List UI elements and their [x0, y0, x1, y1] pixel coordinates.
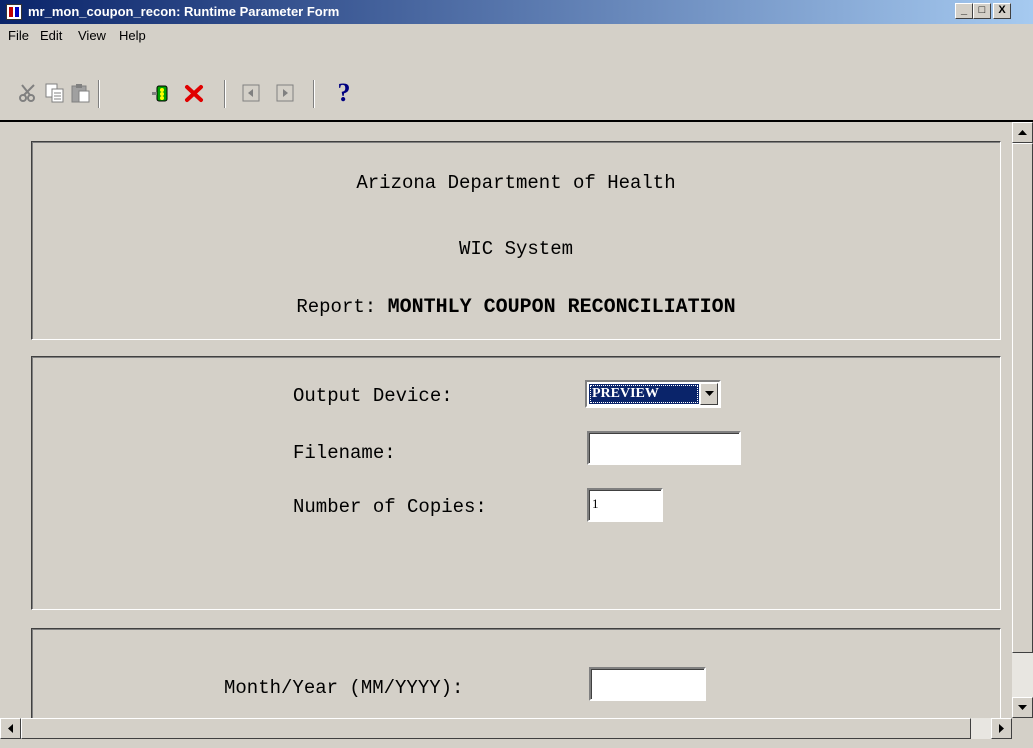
copies-label: Number of Copies:	[293, 496, 487, 518]
horizontal-scrollbar[interactable]	[0, 718, 1012, 739]
chevron-down-icon[interactable]	[700, 383, 718, 405]
window-title: mr_mon_coupon_recon: Runtime Parameter F…	[28, 4, 340, 19]
close-button[interactable]: X	[993, 3, 1011, 19]
month-year-label: Month/Year (MM/YYYY):	[224, 677, 464, 699]
menu-bar: File Edit View Help	[0, 24, 1033, 46]
menu-file[interactable]: File	[8, 28, 29, 43]
toolbar-separator	[224, 80, 226, 108]
next-page-icon[interactable]	[272, 80, 298, 106]
maximize-button[interactable]: □	[973, 3, 991, 19]
vertical-scroll-thumb[interactable]	[1012, 143, 1033, 653]
output-device-label: Output Device:	[293, 385, 453, 407]
menu-help[interactable]: Help	[119, 28, 146, 43]
toolbar-separator	[98, 80, 100, 108]
filename-field[interactable]	[587, 431, 741, 465]
app-icon[interactable]	[6, 4, 22, 20]
report-prefix: Report:	[296, 296, 377, 318]
toolbar-separator	[313, 80, 315, 108]
run-report-icon[interactable]	[148, 80, 174, 106]
title-bar[interactable]: mr_mon_coupon_recon: Runtime Parameter F…	[0, 0, 1033, 24]
copy-icon[interactable]	[42, 80, 68, 106]
report-title: Report: MONTHLY COUPON RECONCILIATION	[0, 296, 1012, 319]
previous-page-icon[interactable]	[238, 80, 264, 106]
copies-field[interactable]: 1	[587, 488, 663, 522]
minimize-button[interactable]: _	[955, 3, 973, 19]
criteria-panel	[31, 628, 1001, 718]
cancel-icon[interactable]	[181, 80, 207, 106]
menu-edit[interactable]: Edit	[40, 28, 62, 43]
org-name: Arizona Department of Health	[356, 172, 676, 194]
cut-icon[interactable]	[16, 80, 42, 106]
parameters-panel	[31, 356, 1001, 610]
scroll-right-button[interactable]	[991, 718, 1012, 739]
menu-view[interactable]: View	[78, 28, 106, 43]
scroll-up-button[interactable]	[1012, 122, 1033, 143]
toolbar: ?	[0, 46, 1033, 122]
output-device-value: PREVIEW	[589, 384, 699, 404]
paste-icon[interactable]	[68, 80, 94, 106]
window-bottom-border	[0, 739, 1033, 748]
system-name: WIC System	[458, 238, 574, 260]
vertical-scrollbar[interactable]	[1012, 122, 1033, 718]
scrollbar-corner	[1012, 718, 1033, 739]
scroll-down-button[interactable]	[1012, 697, 1033, 718]
month-year-field[interactable]	[589, 667, 706, 701]
filename-label: Filename:	[293, 442, 396, 464]
help-icon[interactable]: ?	[331, 78, 357, 107]
output-device-select[interactable]: PREVIEW	[585, 380, 721, 408]
report-name: MONTHLY COUPON RECONCILIATION	[387, 296, 736, 319]
horizontal-scroll-thumb[interactable]	[21, 718, 971, 739]
form-canvas: Arizona Department of Health WIC System …	[0, 122, 1012, 718]
scroll-left-button[interactable]	[0, 718, 21, 739]
